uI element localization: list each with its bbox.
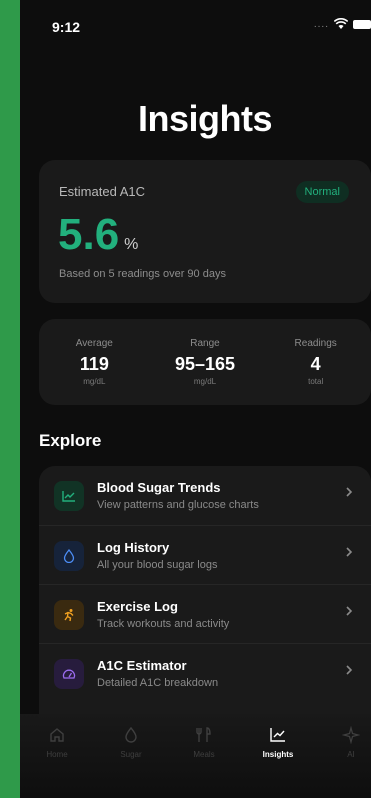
tab-meals[interactable]: Meals xyxy=(174,726,234,759)
battery-icon xyxy=(353,19,371,29)
status-badge: Normal xyxy=(295,181,349,203)
a1c-note: Based on 5 readings over 90 days xyxy=(59,268,226,280)
explore-item-subtitle: All your blood sugar logs xyxy=(97,559,218,571)
utensils-icon xyxy=(196,727,211,742)
explore-item-title: Blood Sugar Trends xyxy=(97,480,221,495)
sparkle-icon xyxy=(342,726,360,744)
explore-item-subtitle: Track workouts and activity xyxy=(97,618,230,630)
tab-label: Sugar xyxy=(120,750,142,759)
stat-label: Average xyxy=(75,338,113,349)
a1c-label: Estimated A1C xyxy=(59,184,145,199)
a1c-value: 5.6 xyxy=(58,210,120,259)
explore-item-log-history[interactable]: Log History All your blood sugar logs xyxy=(39,525,371,584)
tab-ai[interactable]: AI xyxy=(321,726,371,759)
tab-home[interactable]: Home xyxy=(27,726,87,759)
tab-label: Home xyxy=(46,750,68,759)
tab-bar: Home Sugar Meals Insights AI xyxy=(20,714,371,798)
explore-item-exercise-log[interactable]: Exercise Log Track workouts and activity xyxy=(39,584,371,643)
drop-icon xyxy=(125,726,137,743)
explore-list: Blood Sugar Trends View patterns and glu… xyxy=(39,466,371,726)
explore-item-blood-sugar-trends[interactable]: Blood Sugar Trends View patterns and glu… xyxy=(39,466,371,525)
stat-label: Readings xyxy=(294,338,337,349)
explore-item-title: A1C Estimator xyxy=(97,658,187,673)
explore-item-title: Log History xyxy=(97,540,170,555)
status-time: 9:12 xyxy=(52,19,81,35)
stat-value: 4 xyxy=(310,354,321,374)
chevron-right-icon xyxy=(346,606,353,616)
stats-card: Average 119 mg/dL Range 95–165 mg/dL Rea… xyxy=(39,319,371,405)
tab-sugar[interactable]: Sugar xyxy=(101,726,161,759)
a1c-card[interactable]: Estimated A1C Normal 5.6 % Based on 5 re… xyxy=(39,160,371,303)
drop-icon xyxy=(54,541,84,571)
chevron-right-icon xyxy=(346,665,353,675)
explore-item-title: Exercise Log xyxy=(97,599,178,614)
tab-label: Insights xyxy=(262,750,294,759)
tab-insights[interactable]: Insights xyxy=(248,726,308,759)
status-icons: .... xyxy=(314,18,371,30)
trend-chart-icon xyxy=(54,481,84,511)
section-title-explore: Explore xyxy=(39,431,102,450)
chevron-right-icon xyxy=(346,487,353,497)
wifi-icon xyxy=(334,18,348,29)
stat-unit: mg/dL xyxy=(193,377,217,386)
stat-average: Average 119 mg/dL xyxy=(39,319,150,405)
signal-icon: .... xyxy=(313,18,329,30)
stat-label: Range xyxy=(190,338,220,349)
explore-item-a1c-estimator[interactable]: A1C Estimator Detailed A1C breakdown xyxy=(39,643,371,702)
page-title: Insights xyxy=(138,98,273,139)
stat-readings: Readings 4 total xyxy=(260,319,371,405)
explore-item-subtitle: View patterns and glucose charts xyxy=(97,499,259,511)
a1c-value-row: 5.6 % xyxy=(58,210,138,260)
stat-value: 119 xyxy=(79,354,109,374)
chart-icon xyxy=(270,728,285,742)
status-bar: 9:12 .... xyxy=(20,0,371,50)
home-icon xyxy=(50,728,64,742)
tab-label: Meals xyxy=(193,750,215,759)
stat-range: Range 95–165 mg/dL xyxy=(150,319,261,405)
phone-screen: 9:12 .... Insights Estimated A1C Normal … xyxy=(20,0,371,798)
gauge-icon xyxy=(54,659,84,689)
explore-item-subtitle: Detailed A1C breakdown xyxy=(97,677,219,689)
a1c-unit: % xyxy=(124,236,139,253)
chevron-right-icon xyxy=(346,547,353,557)
stat-value: 95–165 xyxy=(174,354,236,374)
tab-label: AI xyxy=(347,750,355,759)
stat-unit: total xyxy=(308,377,324,386)
stat-unit: mg/dL xyxy=(83,377,106,386)
running-icon xyxy=(54,600,84,630)
